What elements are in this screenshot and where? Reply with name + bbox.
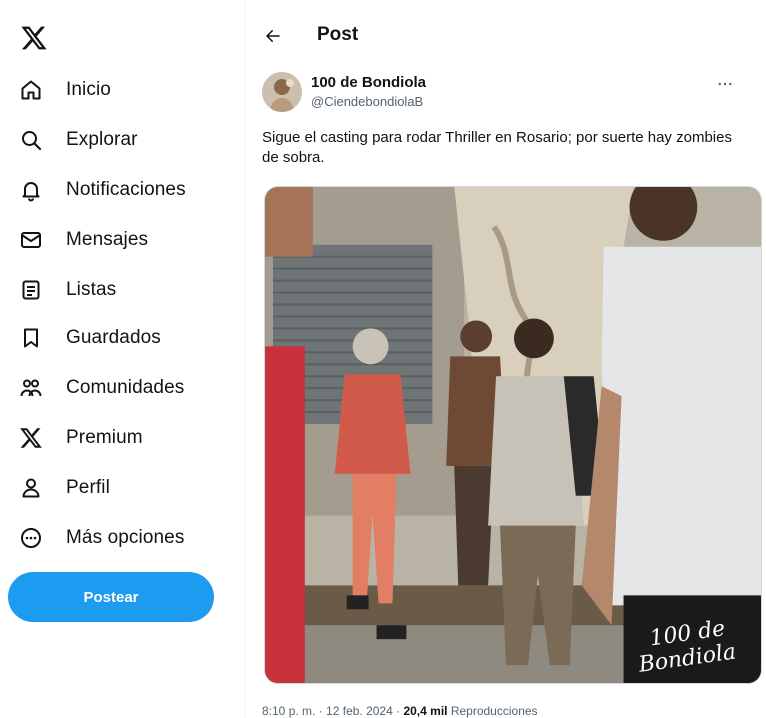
- page-header: Post: [245, 14, 766, 58]
- sidebar: Inicio Explorar Notificaciones Mensajes …: [0, 0, 244, 718]
- envelope-icon: [18, 227, 44, 253]
- avatar[interactable]: [262, 72, 302, 112]
- sidebar-item-label: Premium: [66, 427, 143, 448]
- sidebar-item-inicio[interactable]: Inicio: [18, 70, 111, 110]
- sidebar-item-label: Guardados: [66, 327, 161, 348]
- more-horizontal-icon[interactable]: [715, 74, 735, 94]
- sidebar-item-notificaciones[interactable]: Notificaciones: [18, 170, 186, 210]
- person-icon: [18, 475, 44, 501]
- sidebar-item-label: Notificaciones: [66, 179, 186, 200]
- x-logo-icon[interactable]: [20, 24, 48, 52]
- bell-icon: [18, 177, 44, 203]
- sidebar-item-premium[interactable]: Premium: [18, 418, 143, 458]
- people-icon: [18, 375, 44, 401]
- x-logo-icon: [18, 425, 44, 451]
- bookmark-icon: [18, 325, 44, 351]
- sidebar-item-label: Comunidades: [66, 377, 185, 398]
- sidebar-item-label: Inicio: [66, 79, 111, 100]
- views-count: 20,4 mil: [403, 704, 448, 718]
- post-media-image[interactable]: 100 de Bondiola: [264, 186, 762, 684]
- sidebar-item-guardados[interactable]: Guardados: [18, 318, 161, 358]
- list-icon: [18, 277, 44, 303]
- post-text: Sigue el casting para rodar Thriller en …: [262, 129, 732, 166]
- main-column: Post 100 de Bondiola @CiendebondiolaB Si…: [245, 0, 766, 718]
- meta-separator: ·: [315, 704, 327, 718]
- sidebar-item-explorar[interactable]: Explorar: [18, 120, 138, 160]
- home-icon: [18, 77, 44, 103]
- more-circle-icon: [18, 525, 44, 551]
- sidebar-item-label: Explorar: [66, 129, 138, 150]
- sidebar-item-perfil[interactable]: Perfil: [18, 468, 110, 508]
- sidebar-item-label: Perfil: [66, 477, 110, 498]
- author-name[interactable]: 100 de Bondiola: [311, 74, 426, 91]
- sidebar-item-listas[interactable]: Listas: [18, 270, 116, 310]
- post-date[interactable]: 12 feb. 2024: [326, 704, 393, 718]
- post-time[interactable]: 8:10 p. m.: [262, 704, 315, 718]
- sidebar-item-comunidades[interactable]: Comunidades: [18, 368, 184, 408]
- sidebar-item-label: Listas: [66, 279, 117, 300]
- meta-separator: ·: [392, 704, 404, 718]
- post-button[interactable]: Postear: [8, 572, 214, 622]
- sidebar-item-label: Más opciones: [66, 527, 185, 548]
- arrow-left-icon[interactable]: [261, 24, 285, 48]
- post-meta: 8:10 p. m. · 12 feb. 2024 · 20,4 mil Rep…: [262, 704, 538, 718]
- search-icon: [18, 127, 44, 153]
- author-handle[interactable]: @CiendebondiolaB: [311, 94, 423, 109]
- sidebar-item-mensajes[interactable]: Mensajes: [18, 220, 148, 260]
- sidebar-item-label: Mensajes: [66, 229, 149, 250]
- views-label: Reproducciones: [447, 704, 538, 718]
- page-title: Post: [317, 24, 359, 45]
- sidebar-item-mas-opciones[interactable]: Más opciones: [18, 518, 184, 558]
